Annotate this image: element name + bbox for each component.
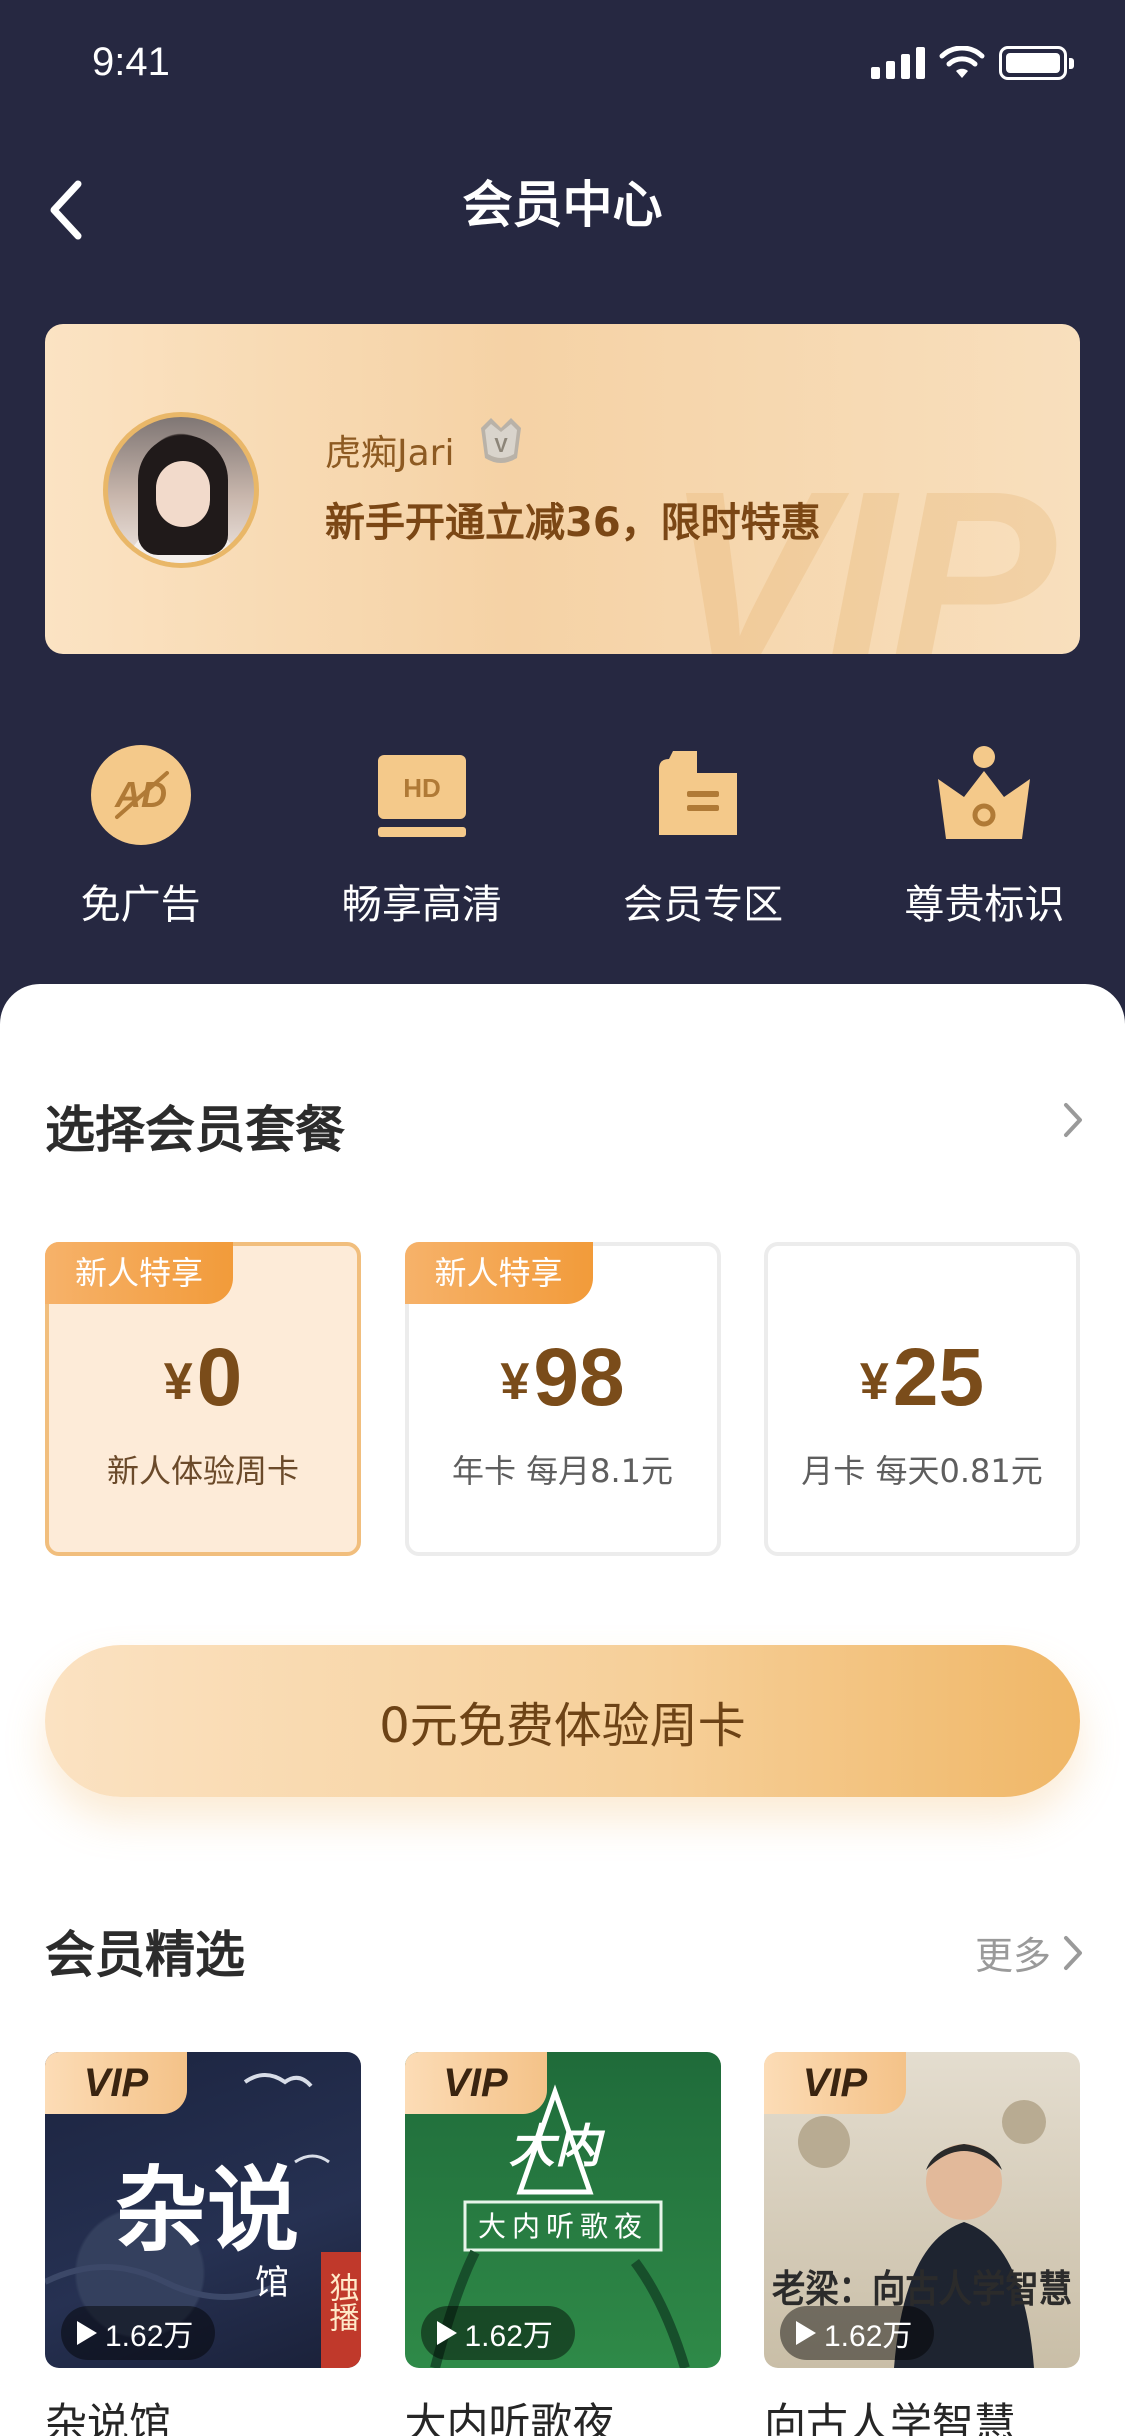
plan-price: ¥25 [859, 1332, 985, 1423]
no-ad-icon: AD [86, 740, 196, 850]
vip-watermark: VIP [665, 439, 1056, 655]
vip-badge: VIP [764, 2052, 906, 2114]
page-title: 会员中心 [462, 176, 663, 234]
wifi-icon [939, 46, 985, 78]
picks-list: 杂说 馆 独播 VIP 1.62万 杂说馆 大内 大内听歌夜 VIP 1.62万… [45, 2052, 1080, 2436]
svg-text:大内听歌夜: 大内听歌夜 [477, 2210, 647, 2243]
hd-icon: HD [367, 740, 477, 850]
pick-title: 杂说馆 [45, 2399, 172, 2436]
cellular-signal-icon [871, 47, 925, 79]
picks-section-title: 会员精选 [45, 1926, 245, 1984]
play-icon [77, 2321, 97, 2345]
vip-badge: VIP [45, 2052, 187, 2114]
pick-card[interactable]: 老梁：向古人学智慧 VIP 1.62万 向古人学智慧 [764, 2052, 1080, 2436]
chevron-right-icon [1064, 1935, 1082, 1970]
plan-tag: 新人特享 [404, 1242, 593, 1304]
benefit-hd[interactable]: HD 畅享高清 [281, 740, 562, 930]
status-time: 9:41 [92, 40, 170, 84]
plan-list: 新人特享 ¥0 新人体验周卡 新人特享 ¥98 年卡 每月8.1元 ¥25 月卡… [45, 1242, 1080, 1556]
plans-section-title: 选择会员套餐 [45, 1101, 345, 1159]
pick-cover: 杂说 馆 独播 VIP 1.62万 [45, 2052, 361, 2368]
play-icon [436, 2321, 457, 2345]
pick-card[interactable]: 大内 大内听歌夜 VIP 1.62万 大内听歌夜 [404, 2052, 721, 2436]
svg-text:老梁：向古人学智慧: 老梁：向古人学智慧 [772, 2266, 1072, 2311]
more-label: 更多 [974, 1934, 1051, 1978]
benefit-member-zone[interactable]: 会员专区 [563, 740, 844, 930]
status-icons [871, 46, 1074, 80]
benefits-row: AD 免广告 HD 畅享高清 会员专区 [0, 740, 1125, 930]
vip-level-badge-icon: V [481, 418, 521, 463]
pick-card[interactable]: 杂说 馆 独播 VIP 1.62万 杂说馆 [45, 2052, 361, 2436]
svg-text:独播: 独播 [324, 2272, 360, 2332]
plan-description: 月卡 每天0.81元 [801, 1452, 1043, 1490]
play-count: 1.62万 [780, 2306, 935, 2360]
plan-price: ¥0 [163, 1332, 243, 1423]
free-trial-button[interactable]: 0元免费体验周卡 [45, 1645, 1080, 1797]
play-icon [796, 2321, 816, 2345]
status-bar: 9:41 [0, 0, 1125, 132]
pick-title: 向古人学智慧 [764, 2399, 1017, 2436]
benefit-no-ads[interactable]: AD 免广告 [0, 740, 281, 930]
avatar[interactable] [103, 412, 259, 568]
vip-card[interactable]: VIP 虎痴Jari V 新手开通立减36，限时特惠 [45, 324, 1080, 654]
benefit-label: 畅享高清 [341, 882, 502, 928]
picks-more-link[interactable]: 更多 [975, 1925, 1085, 1980]
svg-text:大内: 大内 [509, 2119, 606, 2173]
benefit-label: 免广告 [80, 882, 201, 928]
svg-text:馆: 馆 [255, 2263, 289, 2303]
battery-icon [999, 46, 1074, 80]
crown-icon [929, 740, 1039, 850]
benefit-label: 尊贵标识 [904, 882, 1065, 928]
member-zone-icon [648, 740, 758, 850]
pick-cover: 大内 大内听歌夜 VIP 1.62万 [404, 2052, 721, 2368]
svg-text:杂说: 杂说 [115, 2156, 299, 2264]
plan-description: 年卡 每月8.1元 [451, 1452, 674, 1490]
svg-text:V: V [494, 435, 508, 457]
play-count: 1.62万 [61, 2306, 216, 2360]
plan-card-monthly[interactable]: ¥25 月卡 每天0.81元 [764, 1242, 1080, 1556]
pick-title: 大内听歌夜 [404, 2399, 615, 2436]
plan-card-yearly[interactable]: 新人特享 ¥98 年卡 每月8.1元 [404, 1242, 721, 1556]
plans-more-button[interactable] [1061, 1100, 1085, 1140]
plan-description: 新人体验周卡 [106, 1452, 299, 1490]
benefit-label: 会员专区 [623, 882, 784, 928]
svg-text:HD: HD [403, 773, 441, 803]
plan-tag: 新人特享 [45, 1242, 234, 1304]
vip-badge: VIP [404, 2052, 547, 2114]
plan-card-weekly[interactable]: 新人特享 ¥0 新人体验周卡 [45, 1242, 361, 1556]
pick-cover: 老梁：向古人学智慧 VIP 1.62万 [764, 2052, 1080, 2368]
user-name: 虎痴Jari [325, 433, 455, 474]
play-count: 1.62万 [420, 2306, 575, 2360]
plan-price: ¥98 [500, 1332, 625, 1423]
promo-text: 新手开通立减36，限时特惠 [325, 500, 821, 546]
chevron-right-icon [1064, 1103, 1082, 1137]
benefit-badge[interactable]: 尊贵标识 [844, 740, 1125, 930]
